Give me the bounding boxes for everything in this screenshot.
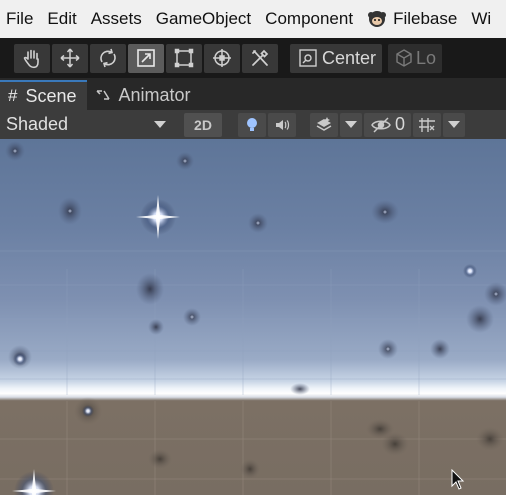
hidden-objects-count: 0 — [395, 114, 406, 134]
rect-tool-button[interactable] — [166, 43, 202, 73]
scene-toolbar: Shaded 2D 0 — [0, 110, 506, 139]
tab-scene-label: Scene — [25, 85, 77, 106]
rotate-tool-button[interactable] — [90, 43, 126, 73]
mouse-cursor-icon — [451, 469, 465, 490]
toggle-2d-button[interactable]: 2D — [184, 112, 222, 137]
chevron-down-icon — [448, 121, 461, 128]
eye-slash-icon — [371, 116, 391, 133]
cube-icon — [396, 49, 412, 67]
tools-icon — [252, 49, 269, 66]
scene-camera-dropdown-button[interactable] — [443, 112, 466, 137]
scene-icon: # — [8, 86, 18, 105]
window-tabs: # Scene Animator — [0, 78, 506, 110]
pivot-center-label: Center — [322, 47, 377, 68]
transform-tools — [14, 43, 280, 73]
tab-animator[interactable]: Animator — [87, 80, 201, 110]
tab-animator-label: Animator — [118, 84, 191, 105]
animator-icon — [95, 90, 110, 100]
chevron-down-icon — [154, 121, 166, 128]
menu-bar: File Edit Assets GameObject Component Fi… — [0, 0, 506, 38]
menu-assets-label: Assets — [90, 9, 142, 28]
menu-component-label: Component — [265, 9, 354, 28]
menu-window[interactable]: Wi — [464, 9, 498, 29]
menu-component[interactable]: Component — [258, 9, 360, 29]
move-icon — [60, 48, 80, 68]
effects-dropdown-button[interactable] — [340, 112, 362, 137]
hand-icon — [23, 49, 39, 69]
pivot-center-button[interactable]: Center — [290, 43, 383, 73]
menu-edit[interactable]: Edit — [40, 9, 83, 29]
chevron-down-icon — [345, 121, 357, 128]
tab-scene[interactable]: # Scene — [0, 80, 87, 110]
menu-file[interactable]: File — [0, 9, 40, 29]
pivot-rotation-button[interactable]: Lo — [388, 43, 443, 73]
menu-filebase[interactable]: Filebase — [360, 9, 464, 29]
shading-mode-dropdown[interactable]: Shaded — [0, 113, 172, 137]
scene-render — [0, 141, 506, 495]
menu-gameobject-label: GameObject — [155, 9, 252, 28]
pivot-center-icon — [299, 49, 317, 67]
lighting-toggle-button[interactable] — [238, 112, 266, 137]
toggle-2d-label: 2D — [194, 116, 212, 133]
menu-gameobject[interactable]: GameObject — [149, 9, 258, 29]
shading-mode-label: Shaded — [6, 114, 69, 134]
move-tool-button[interactable] — [52, 43, 88, 73]
effects-layers-icon — [316, 116, 332, 131]
menu-file-label: File — [6, 9, 34, 28]
hand-tool-button[interactable] — [14, 43, 50, 73]
menu-edit-label: Edit — [47, 9, 77, 28]
menu-assets[interactable]: Assets — [84, 9, 149, 29]
main-toolbar: Center Lo — [0, 38, 506, 78]
transform-icon — [213, 49, 231, 67]
grid-camera-icon — [419, 117, 436, 132]
filebase-icon — [368, 11, 387, 27]
scene-camera-button[interactable] — [413, 112, 442, 137]
menu-window-label: Wi — [471, 9, 492, 28]
lightbulb-icon — [247, 117, 257, 131]
audio-toggle-button[interactable] — [268, 112, 296, 137]
effects-toggle-button[interactable] — [310, 112, 338, 137]
scale-icon — [137, 49, 155, 67]
scene-viewport[interactable] — [0, 139, 506, 495]
scene-visibility-button[interactable]: 0 — [364, 112, 412, 137]
rect-icon — [174, 48, 194, 68]
rotate-icon — [100, 48, 116, 68]
transform-tool-button[interactable] — [204, 43, 240, 73]
custom-tool-button[interactable] — [242, 43, 278, 73]
scale-tool-button[interactable] — [128, 43, 164, 73]
speaker-icon — [276, 119, 290, 130]
pivot-rotation-label: Lo — [416, 47, 437, 68]
menu-filebase-label: Filebase — [393, 9, 458, 28]
